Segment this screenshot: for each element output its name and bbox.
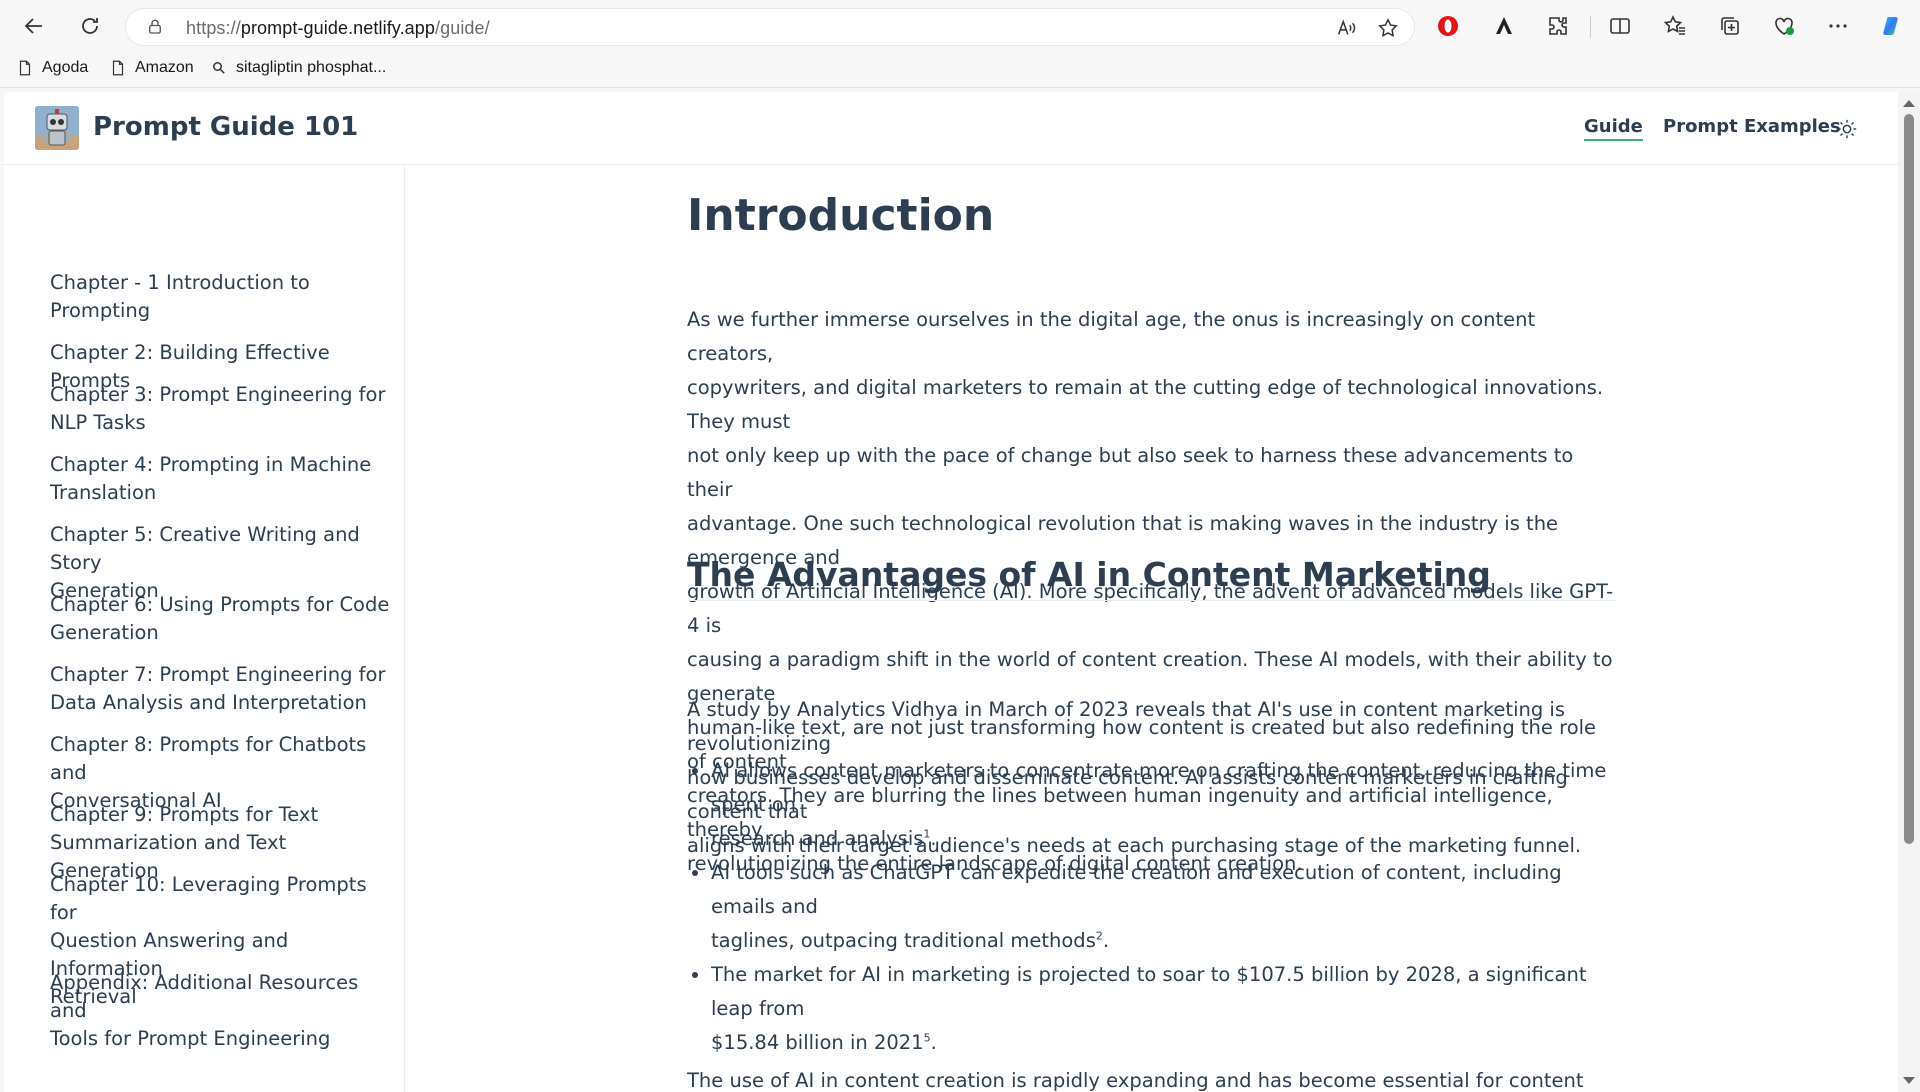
lock-icon	[149, 19, 161, 34]
collections-icon[interactable]	[1710, 6, 1750, 46]
bookmark-label: sitagliptin phosphat...	[236, 59, 387, 76]
scroll-down-arrow-icon[interactable]	[1903, 1077, 1915, 1084]
bookmark-sitagliptin[interactable]: sitagliptin phosphat...	[210, 59, 386, 77]
more-options-icon[interactable]	[1818, 6, 1858, 46]
list-item: AI tools such as ChatGPT can expedite th…	[711, 856, 1617, 958]
robot-logo-icon[interactable]	[35, 106, 79, 150]
search-icon	[213, 62, 225, 74]
read-aloud-icon[interactable]	[1334, 16, 1358, 40]
page-scrollbar[interactable]	[1898, 92, 1920, 1092]
address-bar[interactable]: https://prompt-guide.netlify.app/guide/	[125, 8, 1415, 46]
section-heading: The Advantages of AI in Content Marketin…	[687, 555, 1617, 601]
bookmark-label: Agoda	[42, 59, 89, 76]
page-title: Introduction	[687, 190, 995, 241]
url-text[interactable]: https://prompt-guide.netlify.app/guide/	[186, 18, 490, 39]
scroll-thumb[interactable]	[1904, 114, 1914, 844]
footnote-link[interactable]: 2	[1096, 930, 1103, 943]
trailing-paragraph: The use of AI in content creation is rap…	[687, 1069, 1584, 1092]
sidebar-item-chapter-3[interactable]: Chapter 3: Prompt Engineering for NLP Tas…	[50, 381, 390, 437]
bookmark-amazon[interactable]: Amazon	[109, 59, 194, 77]
sidebar-item-chapter-1[interactable]: Chapter - 1 Introduction to Prompting	[50, 269, 390, 325]
favorite-star-icon[interactable]	[1376, 16, 1400, 40]
nav-guide[interactable]: Guide	[1584, 116, 1643, 141]
footnote-link[interactable]: 5	[924, 1032, 931, 1045]
extension-a-icon[interactable]	[1484, 6, 1524, 46]
bookmark-agoda[interactable]: Agoda	[16, 59, 88, 77]
site-navbar: Prompt Guide 101 Guide Prompt Examples	[4, 92, 1898, 165]
list-item: The market for AI in marketing is projec…	[711, 958, 1617, 1060]
copilot-icon[interactable]	[1872, 6, 1912, 46]
toolbar-divider	[1590, 16, 1591, 38]
advantages-list: AI allows content marketers to concentra…	[711, 754, 1617, 1060]
sun-theme-toggle-icon[interactable]	[1832, 114, 1862, 144]
sidebar-item-appendix[interactable]: Appendix: Additional Resources and Tools …	[50, 969, 390, 1053]
list-item: AI allows content marketers to concentra…	[711, 754, 1617, 856]
favorites-icon[interactable]	[1655, 6, 1695, 46]
scroll-up-arrow-icon[interactable]	[1903, 100, 1915, 107]
nav-prompt-examples[interactable]: Prompt Examples	[1663, 116, 1841, 137]
back-arrow-icon[interactable]	[14, 6, 54, 46]
sidebar: Chapter - 1 Introduction to Prompting Cha…	[4, 165, 405, 1092]
split-screen-icon[interactable]	[1600, 6, 1640, 46]
sidebar-item-chapter-4[interactable]: Chapter 4: Prompting in Machine Translati…	[50, 451, 390, 507]
extensions-puzzle-icon[interactable]	[1538, 6, 1578, 46]
bookmarks-bar: Agoda Amazon sitagliptin phosphat...	[0, 52, 1920, 88]
sidebar-item-chapter-6[interactable]: Chapter 6: Using Prompts for Code Generat…	[50, 591, 390, 647]
refresh-icon[interactable]	[70, 6, 110, 46]
browser-toolbar: https://prompt-guide.netlify.app/guide/	[0, 0, 1920, 52]
sidebar-item-chapter-7[interactable]: Chapter 7: Prompt Engineering for Data An…	[50, 661, 390, 717]
web-page: Prompt Guide 101 Guide Prompt Examples C…	[4, 92, 1898, 1092]
page-icon	[19, 60, 31, 76]
browser-essentials-icon[interactable]	[1764, 6, 1804, 46]
bookmark-label: Amazon	[135, 59, 194, 76]
site-title[interactable]: Prompt Guide 101	[93, 112, 358, 142]
opera-extension-icon[interactable]	[1428, 6, 1468, 46]
page-icon	[112, 60, 124, 76]
